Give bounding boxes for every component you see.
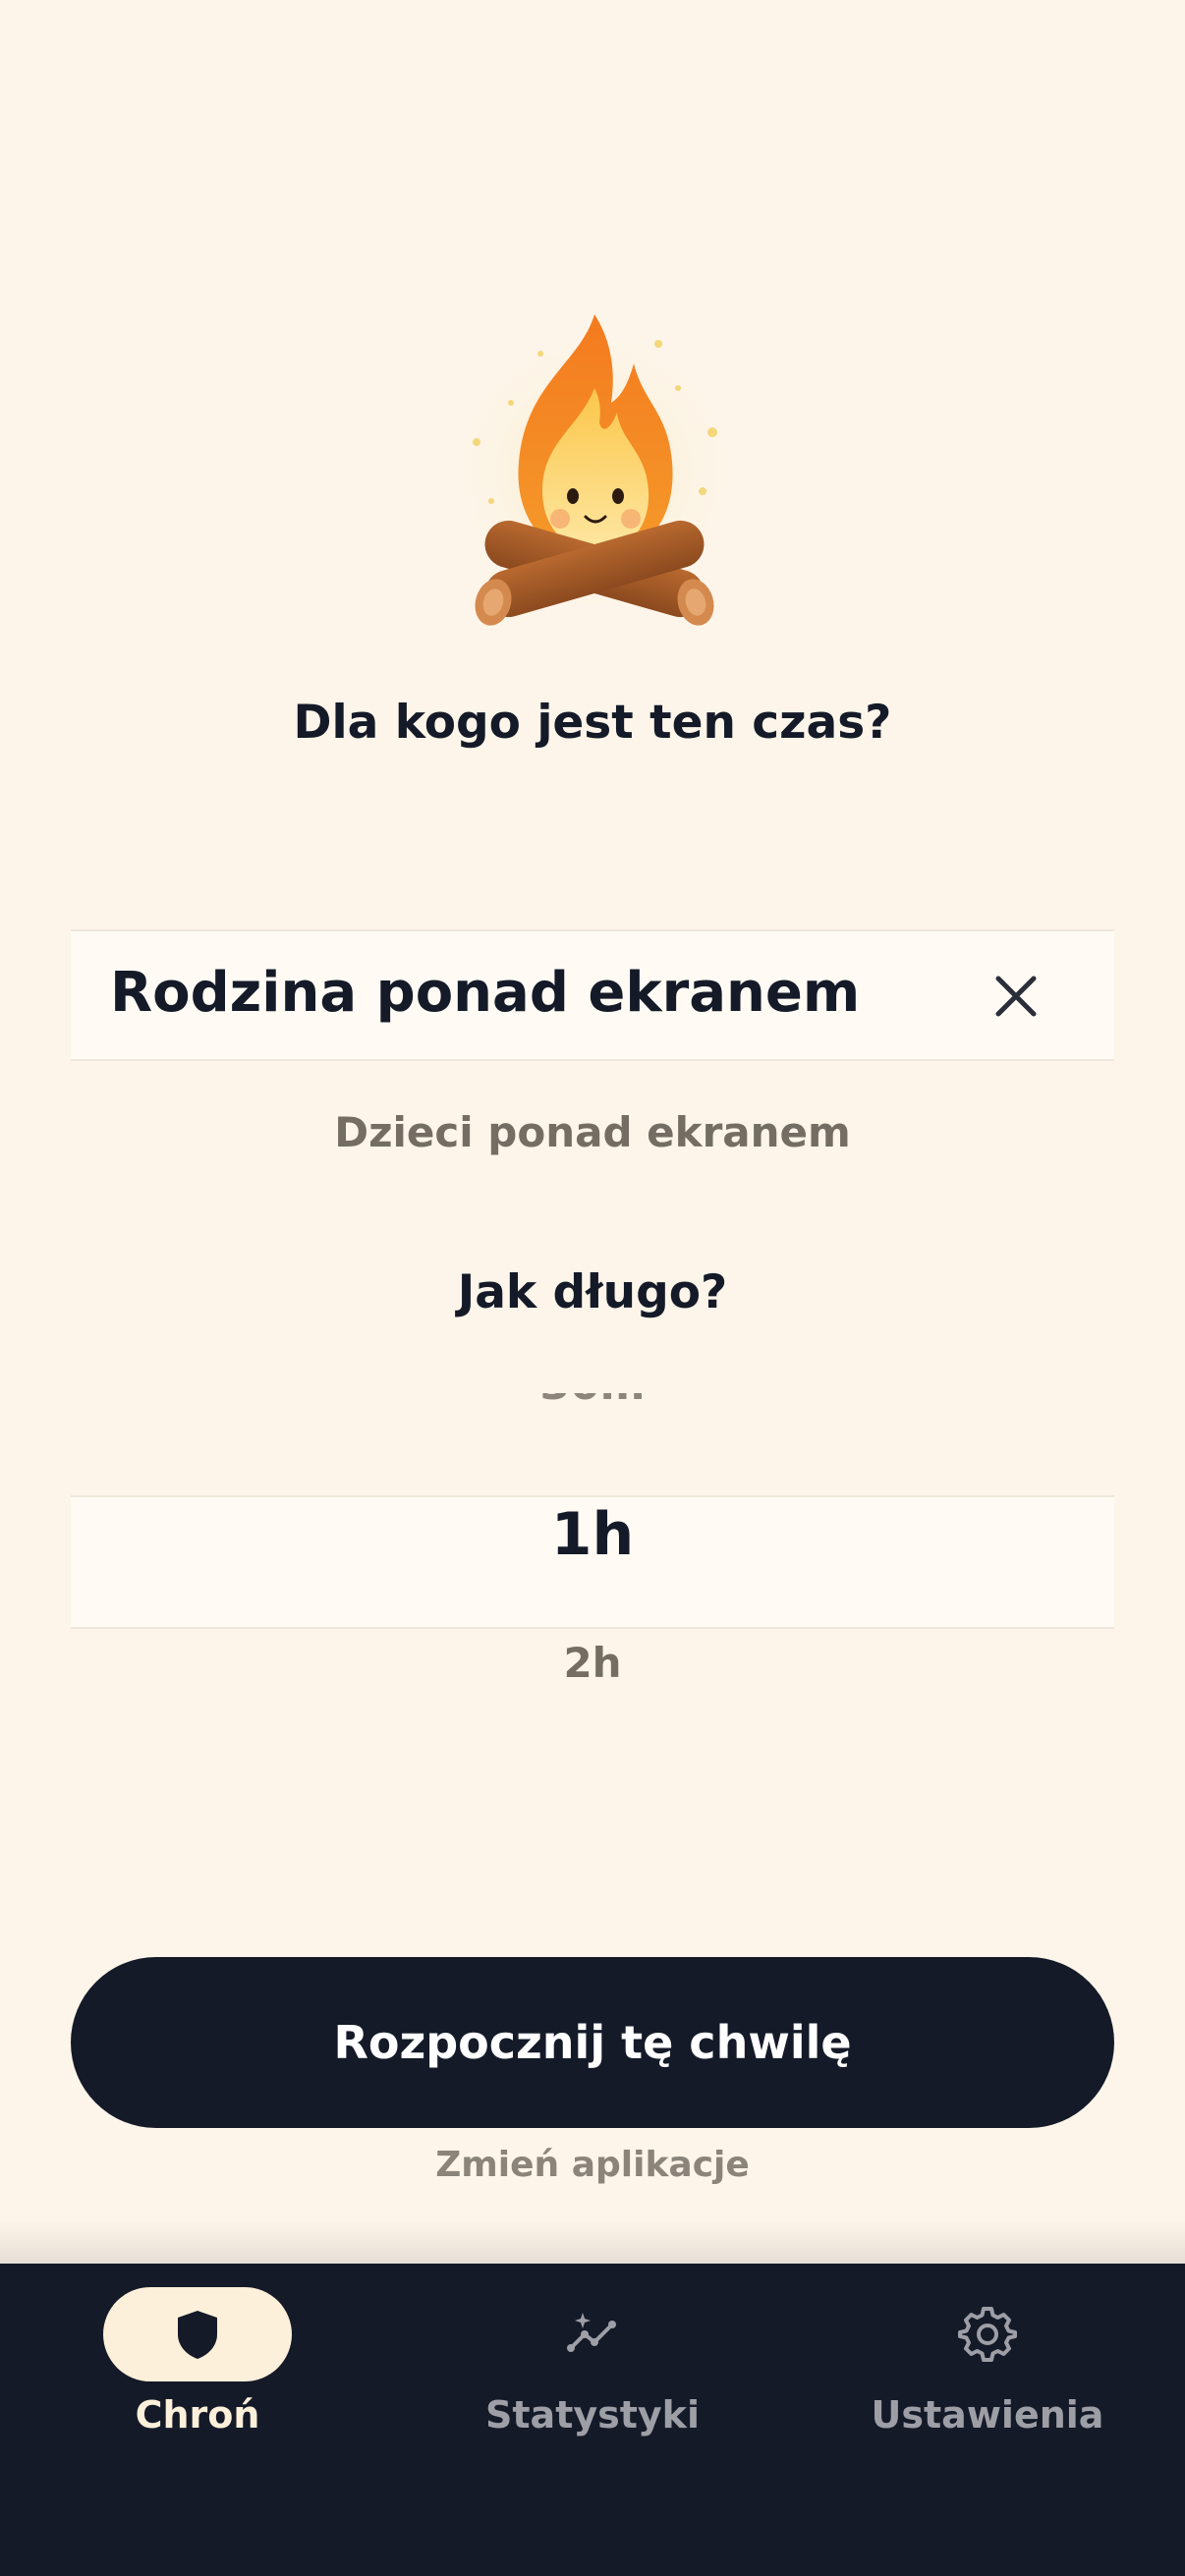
chart-sparkle-icon — [567, 2313, 616, 2352]
start-moment-button-label: Rozpocznij tę chwilę — [333, 2016, 852, 2069]
close-icon[interactable] — [987, 967, 1045, 1026]
gear-icon — [958, 2307, 1017, 2362]
tab-protect[interactable]: Chroń — [0, 2287, 395, 2484]
duration-option-previous-label: 30m — [0, 1393, 1185, 1410]
duration-option-previous[interactable]: 30m — [0, 1393, 1185, 1415]
tab-statistics[interactable]: Statystyki — [395, 2287, 790, 2484]
tab-protect-label: Chroń — [135, 2393, 260, 2436]
nav-shadow — [0, 2220, 1185, 2264]
audience-question-heading: Dla kogo jest ten czas? — [293, 696, 892, 750]
tab-settings-label: Ustawienia — [871, 2393, 1104, 2436]
audience-selected-label: Rodzina ponad ekranem — [110, 961, 861, 1025]
bottom-navigation-bar: Chroń Statystyki Ustawienia — [0, 2264, 1185, 2576]
duration-picker-selected-row[interactable]: 1h — [71, 1495, 1114, 1629]
audience-option-next[interactable]: Dzieci ponad ekranem — [0, 1108, 1185, 1156]
change-apps-link[interactable]: Zmień aplikacje — [0, 2145, 1185, 2185]
tab-settings[interactable]: Ustawienia — [790, 2287, 1185, 2484]
shield-icon — [178, 2311, 217, 2359]
duration-question-heading: Jak długo? — [457, 1265, 728, 1319]
campfire-mascot-illustration — [457, 314, 732, 626]
duration-selected-label: 1h — [550, 1500, 635, 1569]
audience-picker-selected-row[interactable]: Rodzina ponad ekranem — [71, 929, 1114, 1061]
duration-option-next[interactable]: 2h — [0, 1639, 1185, 1687]
tab-statistics-label: Statystyki — [485, 2393, 700, 2436]
start-moment-button[interactable]: Rozpocznij tę chwilę — [71, 1957, 1114, 2128]
